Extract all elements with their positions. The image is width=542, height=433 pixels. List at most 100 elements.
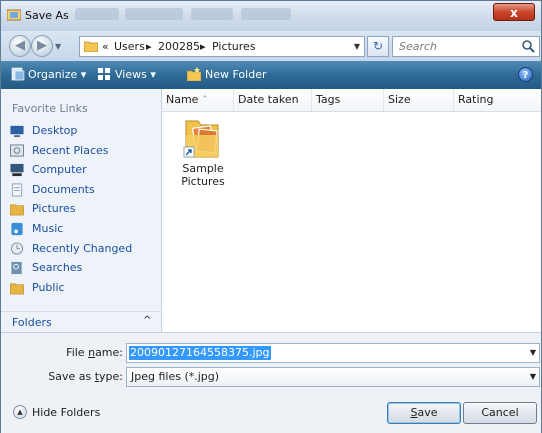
folders-toggle[interactable]: Folders ^ — [1, 311, 161, 333]
address-bar[interactable]: « Users ▸ 200285 ▸ Pictures ▼ — [79, 36, 365, 57]
forward-arrow-icon: ▶ — [37, 38, 47, 53]
column-name-label: Name — [166, 93, 199, 106]
file-item-caption: Sample Pictures — [181, 162, 225, 188]
sidebar-item-public[interactable]: Public — [9, 279, 157, 297]
sidebar-item-label: Documents — [32, 182, 95, 196]
hide-folders-label: Hide Folders — [32, 406, 101, 419]
blurred-title-text — [241, 8, 291, 20]
breadcrumb-users[interactable]: Users — [114, 40, 145, 53]
cancel-button[interactable]: Cancel — [463, 402, 537, 424]
sidebar-item-computer[interactable]: Computer — [9, 161, 157, 179]
back-button[interactable]: ◀ — [9, 35, 31, 57]
file-name-label-part: ame: — [95, 346, 123, 359]
address-row: ◀ ▶ ▼ « Users ▸ 200285 ▸ Pictures ▼ ↻ Se… — [1, 31, 541, 61]
sidebar-item-label: Recently Changed — [32, 241, 133, 255]
search-icon — [522, 40, 535, 53]
chevron-up-circle-icon: ▲ — [13, 405, 27, 419]
organize-icon — [11, 67, 25, 81]
file-name-input[interactable]: 20090127164558375.jpg ▼ — [126, 343, 540, 363]
sidebar-item-label: Music — [32, 222, 64, 235]
command-toolbar: Organize ▾ Views ▾ New Folder ? — [1, 61, 541, 90]
sidebar-item-label: Searches — [32, 261, 83, 275]
save-as-app-icon — [7, 9, 21, 21]
sidebar-item-pictures[interactable]: Pictures — [9, 200, 157, 218]
file-list[interactable]: Name ^ Date taken Tags Size Rating Sampl… — [162, 89, 541, 332]
documents-icon — [11, 183, 23, 197]
recent-places-icon — [10, 144, 24, 157]
navigation-pane: Favorite Links Desktop Recent Places Compu… — [1, 89, 162, 333]
column-header-date-taken[interactable]: Date taken — [234, 89, 312, 111]
sample-pictures-folder-icon — [183, 120, 219, 158]
recently-changed-icon — [10, 242, 24, 255]
searches-icon — [11, 262, 22, 275]
breadcrumb-separator[interactable]: ▸ — [146, 40, 152, 53]
save-type-label-part: Save as — [48, 370, 95, 383]
close-icon: x — [510, 6, 518, 20]
views-icon — [98, 68, 110, 80]
sort-arrow-icon: ^ — [202, 95, 208, 103]
sidebar-item-label: Desktop — [32, 124, 78, 137]
breadcrumb-pictures[interactable]: Pictures — [212, 40, 256, 53]
help-icon: ? — [522, 70, 529, 81]
refresh-button[interactable]: ↻ — [367, 36, 389, 57]
sidebar-item-label: Pictures — [32, 202, 76, 216]
organize-menu[interactable]: Organize ▾ — [28, 68, 86, 81]
new-folder-icon — [187, 67, 201, 81]
sidebar-item-label: Computer — [32, 163, 87, 177]
blurred-title-text — [125, 8, 183, 20]
views-label: Views — [115, 68, 147, 81]
file-name-label: File name: — [66, 346, 123, 359]
close-button[interactable]: x — [493, 3, 535, 21]
breadcrumb-overflow[interactable]: « — [102, 40, 109, 53]
window-title: Save As — [25, 9, 69, 22]
breadcrumb-separator[interactable]: ▸ — [200, 40, 206, 53]
desktop-icon — [10, 125, 24, 138]
breadcrumb-200285[interactable]: 200285 — [158, 40, 200, 53]
public-folder-icon — [10, 283, 24, 295]
save-as-type-label: Save as type: — [48, 370, 123, 383]
file-name-value: 20090127164558375.jpg — [129, 346, 271, 360]
chevron-up-icon: ^ — [143, 315, 152, 326]
recent-pages-dropdown-icon[interactable]: ▼ — [55, 42, 61, 51]
forward-button[interactable]: ▶ — [31, 35, 53, 57]
file-name-label-accesskey: n — [88, 346, 96, 359]
music-icon — [11, 222, 23, 236]
sidebar-item-searches[interactable]: Searches — [9, 259, 157, 277]
sidebar-item-desktop[interactable]: Desktop — [9, 122, 157, 140]
search-placeholder: Search — [399, 40, 438, 53]
save-type-label-part: ype: — [99, 370, 123, 383]
file-name-label-part: File — [66, 346, 89, 359]
save-as-type-value: Jpeg files (*.jpg) — [131, 370, 220, 383]
save-button[interactable]: Save — [387, 402, 461, 424]
help-button[interactable]: ? — [518, 67, 533, 82]
save-as-type-select[interactable]: Jpeg files (*.jpg) ▼ — [126, 367, 540, 387]
sidebar-item-documents[interactable]: Documents — [9, 181, 157, 199]
views-menu[interactable]: Views ▾ — [115, 68, 156, 81]
blurred-title-text — [75, 8, 119, 20]
save-form: File name: 20090127164558375.jpg ▼ Save … — [1, 332, 541, 433]
column-header-rating[interactable]: Rating — [454, 89, 541, 111]
save-label: ave — [417, 406, 438, 419]
column-header-tags[interactable]: Tags — [312, 89, 384, 111]
refresh-icon: ↻ — [372, 39, 384, 53]
column-headers: Name ^ Date taken Tags Size Rating — [162, 89, 541, 112]
column-header-name[interactable]: Name ^ — [162, 89, 234, 111]
blurred-title-text — [191, 8, 233, 20]
save-as-type-dropdown-icon[interactable]: ▼ — [530, 372, 536, 381]
sidebar-item-music[interactable]: Music — [9, 220, 157, 238]
organize-label: Organize — [28, 68, 78, 81]
sidebar-item-recently-changed[interactable]: Recently Changed — [9, 240, 157, 258]
file-name-dropdown-icon[interactable]: ▼ — [530, 348, 536, 357]
folder-icon — [84, 41, 98, 52]
address-dropdown-icon[interactable]: ▼ — [354, 42, 360, 51]
sidebar-item-label: Public — [32, 280, 65, 294]
new-folder-button[interactable]: New Folder — [205, 68, 266, 81]
sidebar-item-label: Recent Places — [32, 143, 109, 157]
title-bar: Save As x — [1, 1, 541, 31]
sidebar-item-recent-places[interactable]: Recent Places — [9, 142, 157, 160]
column-header-size[interactable]: Size — [384, 89, 454, 111]
pictures-folder-icon — [10, 204, 24, 216]
search-box[interactable]: Search — [392, 36, 540, 57]
back-arrow-icon: ◀ — [15, 38, 25, 53]
file-item-sample-pictures[interactable]: Sample Pictures — [168, 115, 240, 195]
